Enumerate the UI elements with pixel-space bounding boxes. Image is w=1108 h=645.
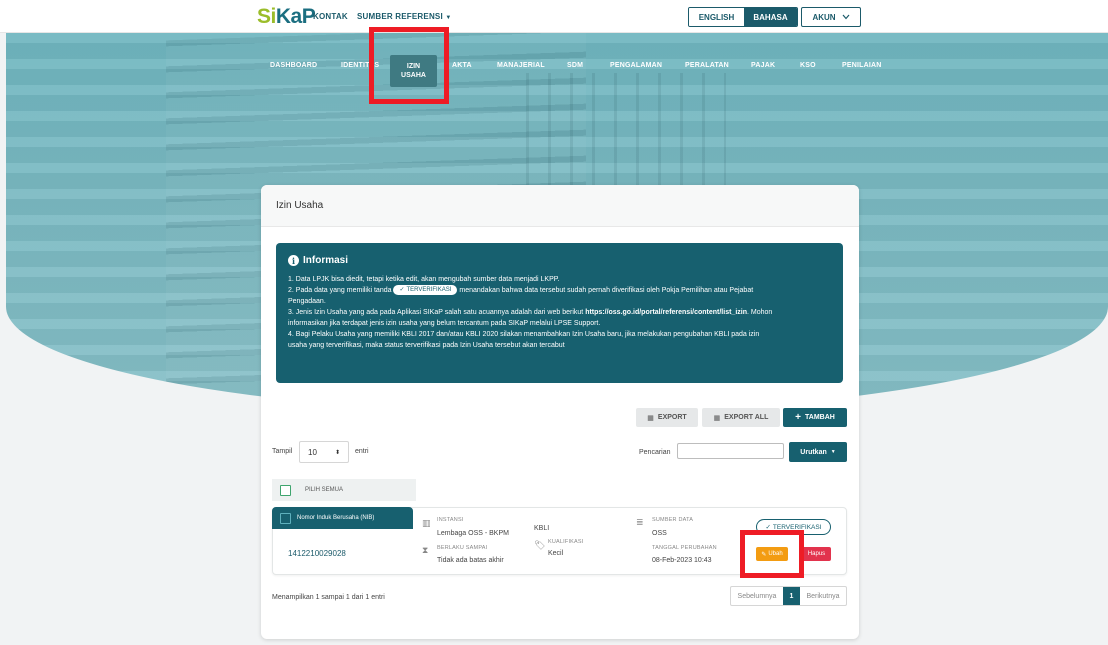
export-button[interactable]: ▦ EXPORT (636, 408, 698, 427)
prev-page-button[interactable]: Sebelumnya (731, 587, 783, 605)
card-header: Izin Usaha (261, 185, 859, 227)
kualifikasi-value: Kecil (548, 550, 564, 557)
select-all-checkbox[interactable] (280, 484, 291, 496)
info-line-3b: informasikan jika terdapat jenis izin us… (288, 320, 601, 327)
table-icon: ▦ (713, 414, 721, 422)
sumber-referensi-dropdown[interactable]: SUMBER REFERENSI ▼ (357, 12, 451, 21)
search-input[interactable] (677, 443, 784, 459)
nav-kso[interactable]: KSO (800, 62, 816, 69)
show-label: Tampil (272, 448, 293, 455)
oss-reference-link[interactable]: https://oss.go.id/portal/referensi/conte… (585, 309, 747, 316)
hourglass-icon: ⧗ (422, 545, 429, 555)
berlaku-value: Tidak ada batas akhir (437, 557, 504, 564)
info-line-2: 2. Pada data yang memiliki tanda ✓ TERVER… (288, 285, 754, 296)
akun-dropdown[interactable]: AKUN (801, 7, 861, 27)
verified-pill-sample: ✓ TERVERIFIKASI (393, 285, 458, 296)
info-icon: i (288, 255, 299, 266)
instansi-value: Lembaga OSS - BKPM (437, 530, 509, 537)
search-label: Pencarian (639, 449, 671, 456)
hapus-button[interactable]: Hapus (802, 547, 831, 561)
kbli-label: KBLI (534, 525, 550, 532)
info-line-4: 4. Bagi Pelaku Usaha yang memiliki KBLI … (288, 331, 760, 338)
nav-sdm[interactable]: SDM (567, 62, 583, 69)
page-title: Izin Usaha (276, 200, 324, 211)
nib-value[interactable]: 1412210029028 (288, 549, 346, 558)
highlight-box-ubah (740, 530, 804, 578)
nav-peralatan[interactable]: PERALATAN (685, 62, 729, 69)
english-button[interactable]: ENGLISH (689, 8, 744, 26)
page-size-select[interactable]: 10 ⬍ (299, 441, 349, 463)
urutkan-dropdown[interactable]: Urutkan ▼ (789, 442, 847, 462)
next-page-button[interactable]: Berikutnya (800, 587, 846, 605)
sumber-value: OSS (652, 530, 667, 537)
language-switch: ENGLISH BAHASA (688, 7, 798, 27)
caret-down-icon: ▼ (445, 15, 452, 21)
nav-pajak[interactable]: PAJAK (751, 62, 775, 69)
top-bar: SiKaP KONTAK SUMBER REFERENSI ▼ ENGLISH … (0, 0, 1108, 33)
row-checkbox[interactable] (280, 512, 291, 524)
info-title: i Informasi (288, 255, 831, 266)
tanggal-label: TANGGAL PERUBAHAN (652, 545, 717, 551)
select-all-row[interactable]: PILIH SEMUA (272, 479, 416, 501)
nav-akta[interactable]: AKTA (452, 62, 472, 69)
pagination: Sebelumnya 1 Berikutnya (730, 586, 847, 606)
sikap-logo[interactable]: SiKaP (257, 5, 316, 29)
sumber-label: SUMBER DATA (652, 517, 694, 523)
info-line-1: 1. Data LPJK bisa diedit, tetapi ketika … (288, 276, 560, 283)
info-panel: i Informasi 1. Data LPJK bisa diedit, te… (276, 243, 843, 383)
nav-pengalaman[interactable]: PENGALAMAN (610, 62, 662, 69)
database-icon: ≣ (636, 517, 644, 527)
entries-summary: Menampilkan 1 sampai 1 dari 1 entri (272, 594, 385, 601)
instansi-label: INSTANSI (437, 517, 464, 523)
table-icon: ▦ (647, 414, 654, 422)
berlaku-label: BERLAKU SAMPAI (437, 545, 488, 551)
check-icon: ✓ (399, 286, 405, 293)
highlight-box-nav (369, 27, 449, 104)
bahasa-button[interactable]: BAHASA (744, 8, 797, 26)
info-line-4b: usaha yang terverifikasi, maka status te… (288, 342, 565, 349)
caret-down-icon: ▼ (830, 449, 836, 455)
export-all-button[interactable]: ▦ EXPORT ALL (702, 408, 780, 427)
nav-dashboard[interactable]: DASHBOARD (270, 62, 317, 69)
tambah-button[interactable]: + TAMBAH (783, 408, 847, 427)
plus-icon: + (795, 412, 802, 423)
nav-penilaian[interactable]: PENILAIAN (842, 62, 882, 69)
kualifikasi-label: KUALIFIKASI (548, 539, 584, 545)
tanggal-value: 08-Feb-2023 10:43 (652, 557, 712, 564)
building-icon: ▥ (422, 518, 431, 528)
chevron-down-icon (842, 14, 850, 20)
info-line-3: 3. Jenis Izin Usaha yang ada pada Aplika… (288, 309, 773, 316)
page-1-button[interactable]: 1 (783, 587, 800, 605)
sort-arrows-icon: ⬍ (334, 449, 340, 456)
tags-icon: 🏷 (534, 540, 546, 550)
nav-manajerial[interactable]: MANAJERIAL (497, 62, 545, 69)
entries-label: entri (355, 448, 369, 455)
info-line-2b: Pengadaan. (288, 298, 326, 305)
nib-header: Nomor Induk Berusaha (NIB) (272, 507, 413, 529)
kontak-link[interactable]: KONTAK (313, 12, 348, 21)
